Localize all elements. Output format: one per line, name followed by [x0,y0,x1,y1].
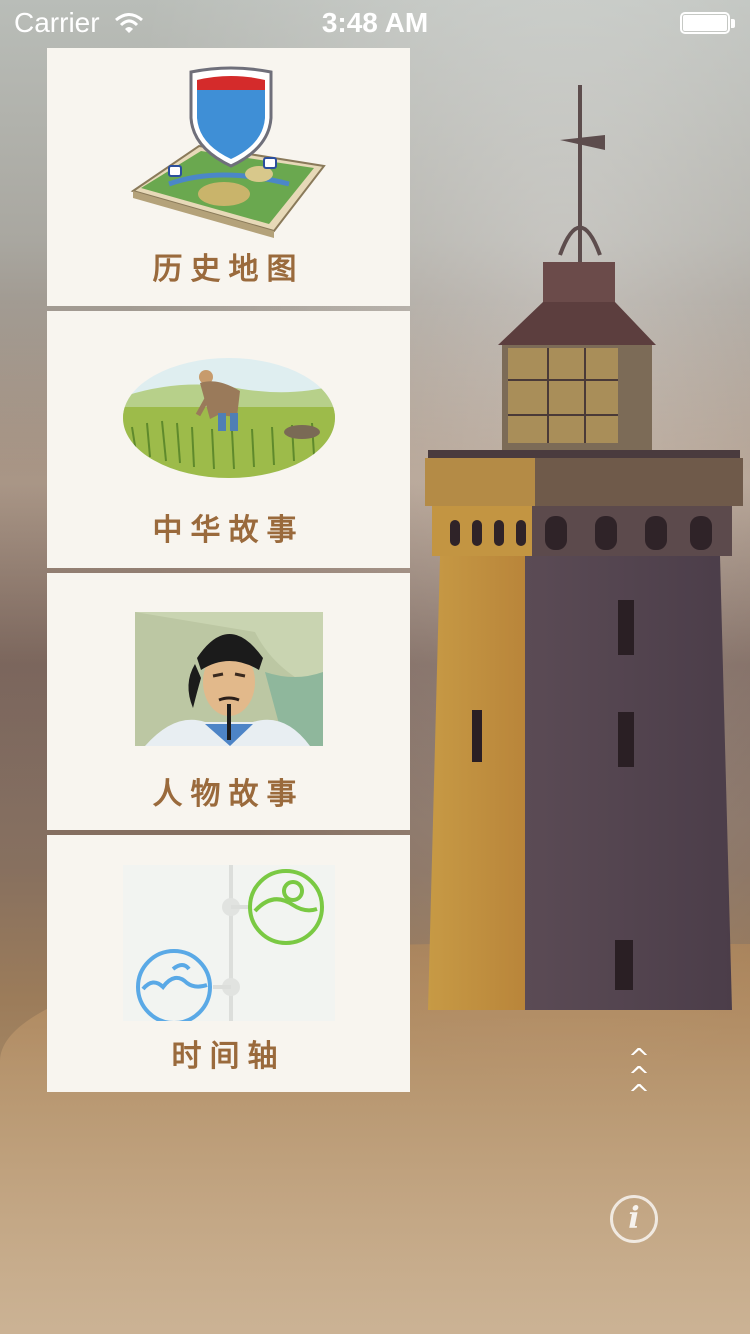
menu-item-history-map[interactable]: 历史地图 [47,48,410,306]
menu-item-label: 中华故事 [152,513,305,548]
battery-icon [680,12,736,36]
farmer-field-illustration [122,358,335,478]
historical-figure-portrait [134,612,323,746]
menu-item-timeline[interactable]: 时间轴 [47,835,410,1092]
status-time: 3:48 AM [321,7,429,38]
menu-item-label: 时间轴 [171,1039,286,1074]
lighthouse-background-image [425,85,743,1010]
menu-list: 历史地图 中华故事 人物故事 时间轴 [47,48,410,1092]
menu-item-label: 历史地图 [152,252,305,287]
status-bar: Carrier 3:48 AM [0,0,750,40]
map-shield-icon [130,66,326,238]
menu-item-people-stories[interactable]: 人物故事 [47,573,410,830]
info-button[interactable]: i [610,1195,658,1243]
menu-item-label: 人物故事 [152,777,305,812]
timeline-icon [122,865,335,1021]
up-chevrons-icon[interactable]: ^ ^ ^ [626,1046,652,1114]
menu-item-chinese-stories[interactable]: 中华故事 [47,311,410,568]
